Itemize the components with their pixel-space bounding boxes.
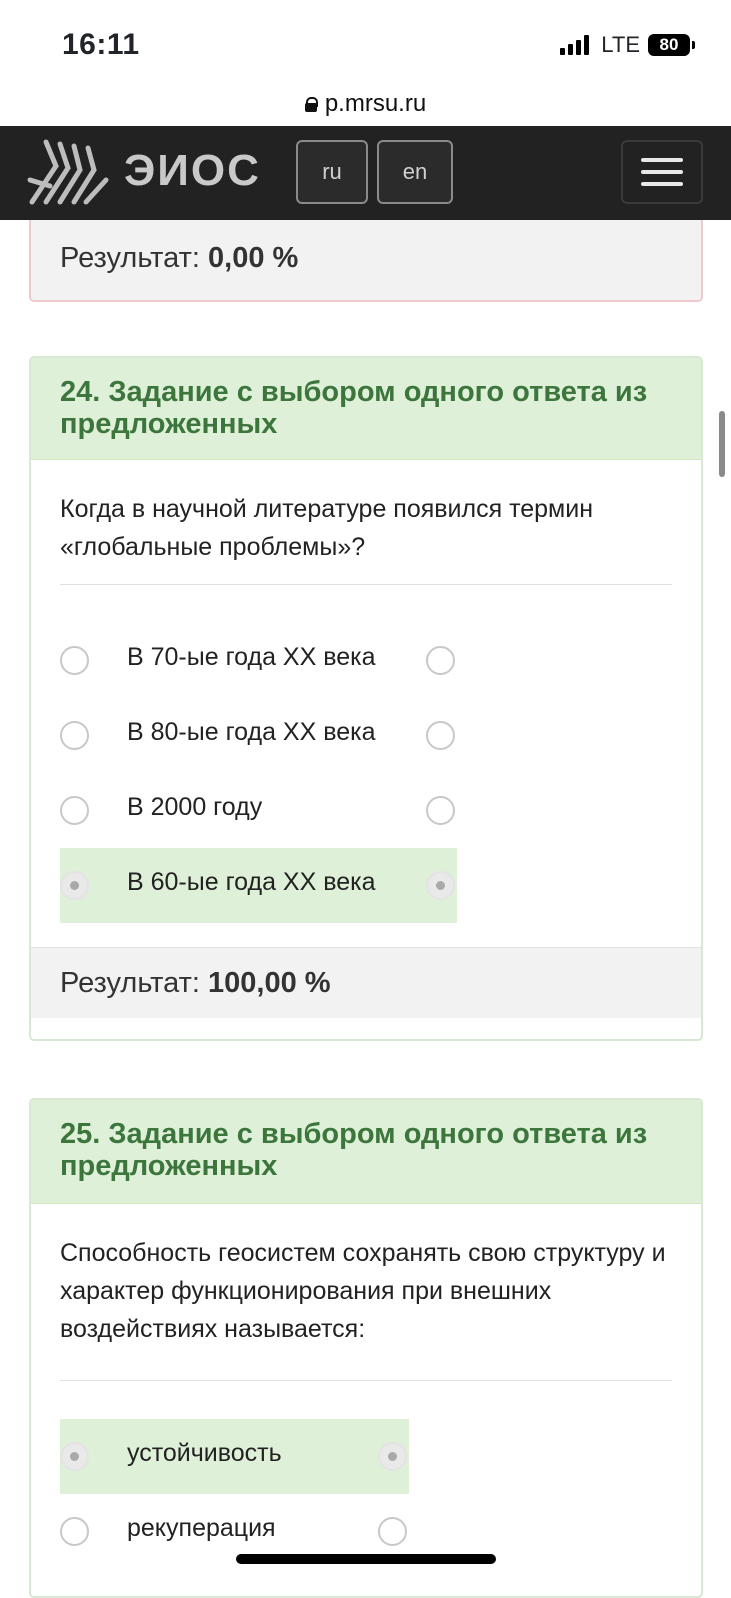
answer-label: рекуперация (127, 1514, 276, 1542)
radio-button-mark (426, 796, 455, 825)
radio-button-mark (378, 1442, 407, 1471)
answer-list: устойчивость рекуперация (31, 1381, 701, 1581)
answer-label: устойчивость (127, 1439, 282, 1467)
radio-button-mark (426, 871, 455, 900)
status-bar: 16:11 LTE 80 (0, 0, 731, 90)
menu-toggle-button[interactable] (621, 140, 703, 204)
answer-option[interactable]: В 80-ые года XX века (60, 698, 455, 773)
task-question: Способность геосистем сохранять свою стр… (60, 1239, 666, 1343)
radio-button-checked[interactable] (60, 871, 89, 900)
radio-button[interactable] (60, 646, 89, 675)
answer-label: В 70-ые года XX века (127, 643, 376, 671)
hamburger-line (641, 182, 683, 186)
radio-button-mark (426, 646, 455, 675)
result-value: 100,00 % (208, 966, 331, 999)
url-text: p.mrsu.ru (324, 90, 427, 117)
status-time: 16:11 (62, 28, 140, 61)
task-card-25: 25. Задание с выбором одного ответа из п… (29, 1098, 703, 1598)
task-question: Когда в научной литературе появился терм… (60, 495, 594, 561)
answer-option[interactable]: В 70-ые года XX века (60, 623, 455, 698)
eios-logo-icon (27, 139, 109, 205)
task-result: Результат: 100,00 % (31, 947, 701, 1018)
hamburger-line (641, 158, 683, 162)
site-navbar: ЭИОС ru en (0, 126, 731, 220)
lock-icon (304, 96, 318, 112)
answer-option-selected[interactable]: устойчивость (60, 1419, 409, 1494)
radio-button-mark (378, 1517, 407, 1546)
radio-button[interactable] (60, 1517, 89, 1546)
radio-button[interactable] (60, 796, 89, 825)
brand-name: ЭИОС (124, 146, 261, 195)
task-title: 25. Задание с выбором одного ответа из п… (31, 1100, 701, 1204)
radio-button-checked[interactable] (60, 1442, 89, 1471)
answer-label: В 2000 году (127, 793, 263, 821)
brand-logo[interactable]: ЭИОС (26, 136, 261, 206)
task-title: 24. Задание с выбором одного ответа из п… (31, 358, 701, 460)
task-card-24: 24. Задание с выбором одного ответа из п… (29, 356, 703, 1041)
answer-option[interactable]: В 2000 году (60, 773, 455, 848)
answer-option-selected[interactable]: В 60-ые года XX века (60, 848, 457, 923)
radio-button-mark (426, 721, 455, 750)
network-type: LTE (601, 32, 640, 57)
lang-ru-button[interactable]: ru (296, 140, 368, 204)
hamburger-line (641, 170, 683, 174)
answer-label: В 80-ые года XX века (127, 718, 376, 746)
previous-task-card: Результат: 0,00 % (29, 210, 703, 302)
answer-list: В 70-ые года XX века В 80-ые года XX век… (31, 585, 701, 947)
status-indicators: LTE 80 (560, 32, 695, 58)
result-value: 0,00 % (208, 241, 299, 274)
task-result: Результат: 0,00 % (31, 212, 701, 300)
battery-tip-icon (692, 41, 695, 49)
radio-button[interactable] (60, 721, 89, 750)
result-label: Результат: (60, 241, 200, 274)
battery-icon: 80 (648, 34, 690, 56)
url-bar[interactable]: p.mrsu.ru (0, 84, 731, 124)
home-indicator[interactable] (236, 1554, 496, 1564)
lang-en-button[interactable]: en (377, 140, 453, 204)
signal-icon (560, 35, 590, 55)
answer-label: В 60-ые года XX века (127, 868, 376, 896)
scrollbar-thumb[interactable] (719, 411, 725, 477)
result-label: Результат: (60, 966, 200, 999)
